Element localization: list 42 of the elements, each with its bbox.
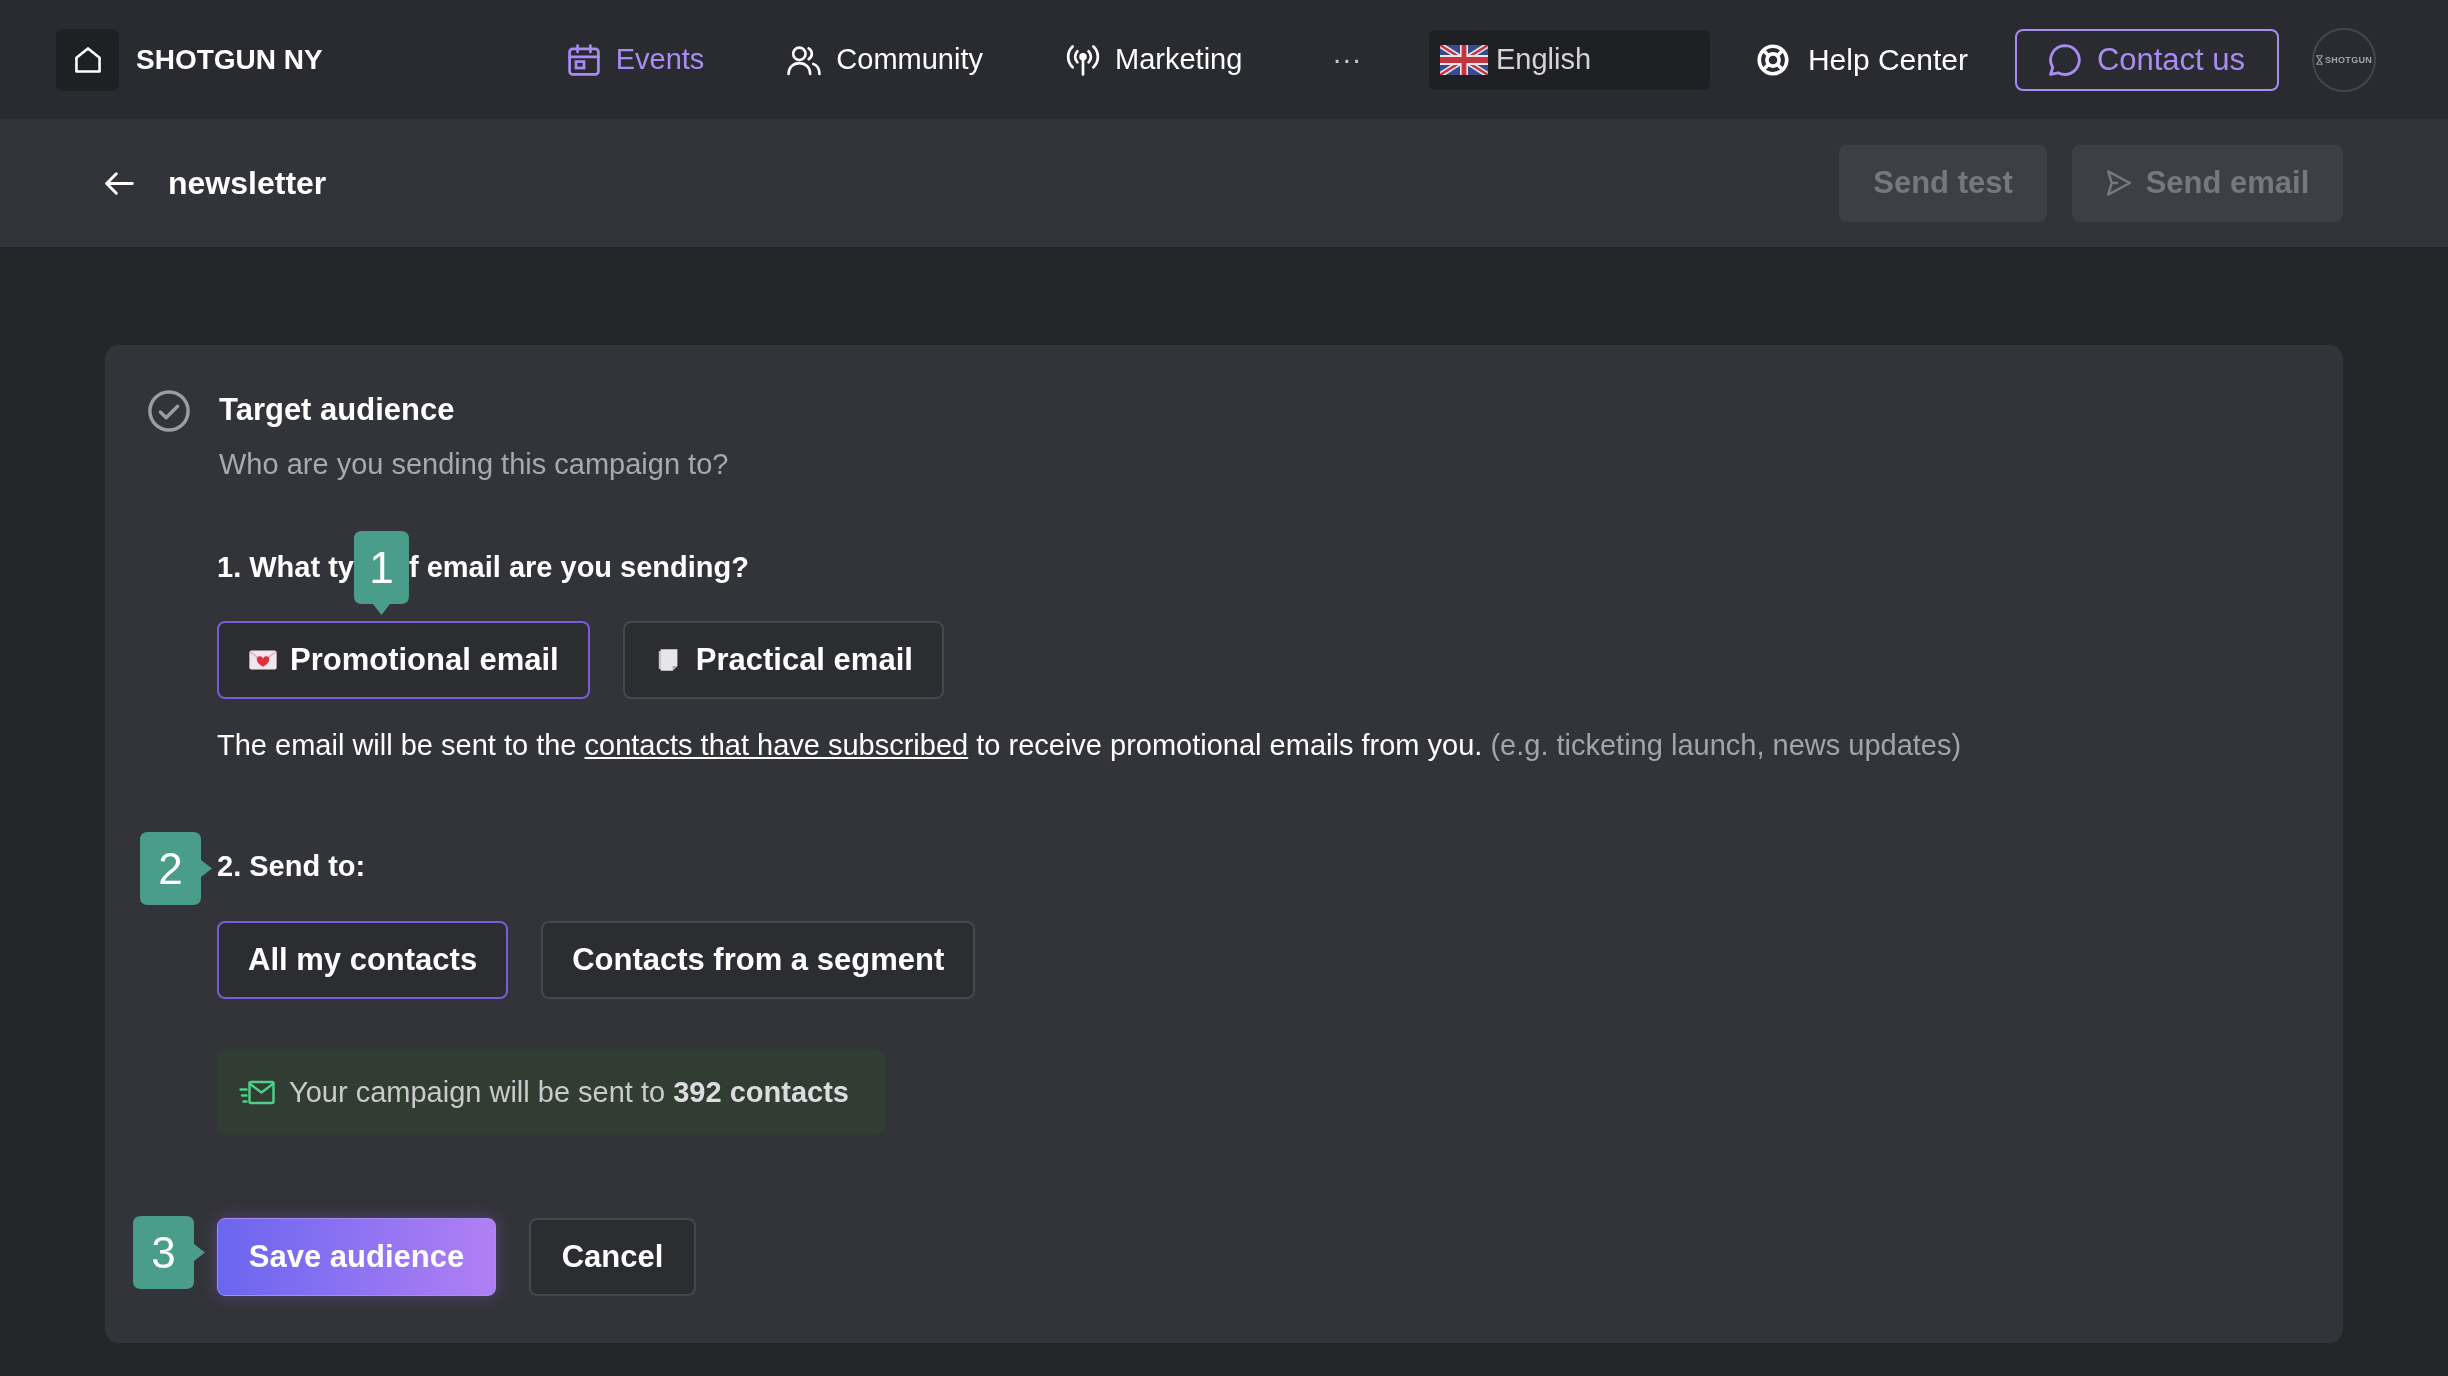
calendar-icon — [566, 43, 601, 76]
question-heading: 1. What ty — [217, 550, 354, 585]
email-type-option[interactable]: Practical email — [622, 621, 944, 699]
cancel-button[interactable]: Cancel — [529, 1218, 696, 1296]
section-title: Target audience — [219, 391, 456, 429]
email-type-option[interactable]: Promotional email — [217, 621, 590, 699]
step-badge: 3 — [133, 1216, 205, 1289]
send-icon — [2105, 170, 2132, 196]
people-icon — [787, 43, 822, 76]
nav-tab[interactable]: Marketing — [1066, 43, 1243, 76]
chat-bubble-icon — [2048, 43, 2081, 76]
hourglass-icon — [2315, 54, 2323, 65]
envelope-icon — [239, 1078, 275, 1106]
broadcast-icon — [1066, 43, 1100, 76]
save-audience-button[interactable]: Save audience — [217, 1218, 496, 1296]
page-title: newsletter — [168, 164, 327, 202]
language-select[interactable]: English — [1428, 29, 1710, 90]
check-circle-icon — [148, 390, 190, 432]
nav-tab[interactable]: Community — [787, 43, 983, 76]
question-heading: 2. Send to: — [217, 849, 367, 884]
home-button[interactable] — [56, 28, 119, 91]
home-icon — [74, 46, 101, 73]
section-subtitle: Who are you sending this campaign to? — [219, 447, 730, 482]
brand-name: SHOTGUN NY — [136, 43, 323, 76]
nav-tab[interactable]: Events — [566, 43, 705, 76]
avatar-logo-text: SHOTGUN — [2324, 54, 2373, 65]
recipients-option[interactable]: All my contacts — [217, 921, 509, 999]
flag-icon — [1439, 44, 1488, 75]
subscribed-contacts-link[interactable]: contacts that have subscribed — [584, 729, 969, 761]
step-badge: 1 — [353, 531, 409, 615]
love-letter-icon — [248, 648, 278, 672]
contact-us-button[interactable]: Contact us — [2015, 28, 2279, 91]
avatar[interactable]: SHOTGUN — [2312, 27, 2376, 92]
description-text: The email will be sent to the contacts that have subscribed to receive promotional emails from you. (e.g. ticketing launch, news updates) — [217, 728, 1963, 763]
more-menu[interactable]: ··· — [1332, 43, 1362, 76]
help-center-link[interactable]: Help Center — [1756, 42, 1968, 77]
recipients-option[interactable]: Contacts from a segment — [541, 921, 976, 999]
lifebuoy-icon — [1756, 43, 1789, 76]
step-badge: 2 — [140, 832, 212, 905]
back-arrow-icon[interactable] — [105, 171, 134, 195]
notice-text: Your campaign will be sent to 392 contacts — [289, 1075, 849, 1109]
question-heading: f email are you sending? — [408, 550, 749, 585]
